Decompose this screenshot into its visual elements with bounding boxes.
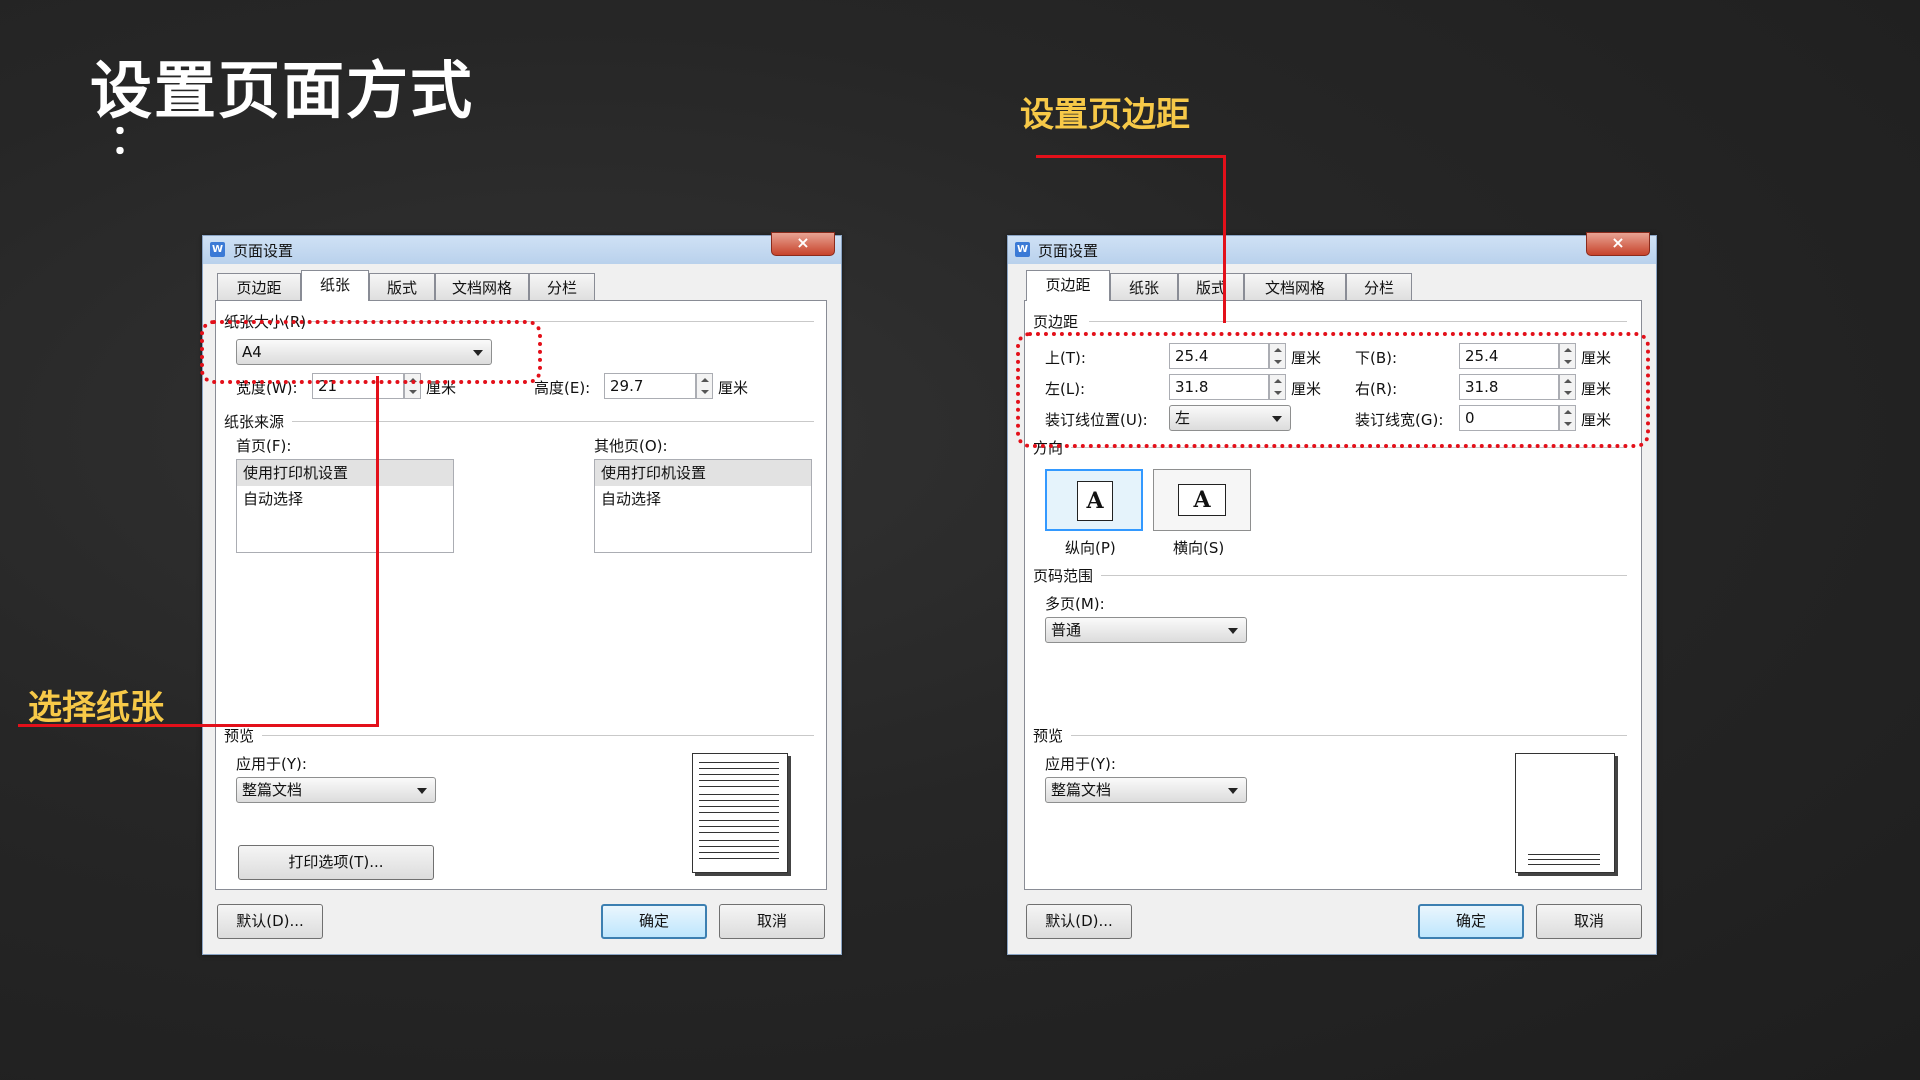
page-preview xyxy=(692,753,788,873)
preview-line xyxy=(1528,859,1600,860)
list-item[interactable]: 使用打印机设置 xyxy=(237,460,453,486)
preview-line xyxy=(699,840,779,841)
divider xyxy=(262,735,814,736)
preview-line xyxy=(699,780,779,781)
margins-group-label: 页边距 xyxy=(1033,311,1083,332)
preview-line xyxy=(699,786,779,787)
close-button[interactable]: × xyxy=(1586,232,1650,256)
tab-layout[interactable]: 版式 xyxy=(369,273,435,301)
tab-columns[interactable]: 分栏 xyxy=(529,273,595,301)
apply-to-label: 应用于(Y): xyxy=(1045,755,1116,773)
tab-doc-grid[interactable]: 文档网格 xyxy=(435,273,529,301)
apply-to-select[interactable]: 整篇文档 xyxy=(1045,777,1247,803)
first-page-tray-list[interactable]: 使用打印机设置 自动选择 xyxy=(236,459,454,553)
preview-line xyxy=(699,820,779,821)
ok-button[interactable]: 确定 xyxy=(1418,904,1524,939)
landscape-label: 横向(S) xyxy=(1173,539,1225,557)
wps-app-icon: W xyxy=(1015,242,1030,257)
annotation-line xyxy=(18,724,379,727)
highlight-margins xyxy=(1016,332,1650,448)
title-bar: W 页面设置 × xyxy=(1008,232,1656,264)
dialog-title: 页面设置 xyxy=(1038,242,1099,260)
landscape-page-icon: A xyxy=(1178,484,1226,516)
tab-paper[interactable]: 纸张 xyxy=(301,270,369,301)
close-button[interactable]: × xyxy=(771,232,835,256)
wps-app-icon: W xyxy=(210,242,225,257)
cancel-button[interactable]: 取消 xyxy=(1536,904,1642,939)
apply-to-select[interactable]: 整篇文档 xyxy=(236,777,436,803)
preview-line xyxy=(1528,854,1600,855)
preview-line xyxy=(699,794,779,795)
default-button[interactable]: 默认(D)... xyxy=(217,904,323,939)
page-range-label: 页码范围 xyxy=(1033,565,1098,586)
tab-columns[interactable]: 分栏 xyxy=(1346,273,1412,301)
paper-source-label: 纸张来源 xyxy=(224,411,289,432)
portrait-button[interactable]: A xyxy=(1045,469,1143,531)
preview-line xyxy=(699,806,779,807)
other-pages-tray-list[interactable]: 使用打印机设置 自动选择 xyxy=(594,459,812,553)
chevron-down-icon xyxy=(1228,628,1238,634)
preview-line xyxy=(699,832,779,833)
print-options-button[interactable]: 打印选项(T)... xyxy=(238,845,434,880)
chevron-down-icon xyxy=(1228,788,1238,794)
other-pages-label: 其他页(O): xyxy=(594,437,668,455)
tab-margins[interactable]: 页边距 xyxy=(217,273,301,301)
preview-line xyxy=(699,774,779,775)
tab-margins[interactable]: 页边距 xyxy=(1026,270,1110,301)
ok-button[interactable]: 确定 xyxy=(601,904,707,939)
preview-line xyxy=(699,846,779,847)
preview-line xyxy=(699,858,779,859)
annotation-line xyxy=(1036,155,1226,158)
height-spinner[interactable] xyxy=(696,373,713,399)
preview-line xyxy=(699,800,779,801)
multiple-pages-value: 普通 xyxy=(1051,621,1082,639)
cancel-button[interactable]: 取消 xyxy=(719,904,825,939)
annotation-line xyxy=(376,376,379,726)
divider xyxy=(1071,735,1627,736)
tab-layout[interactable]: 版式 xyxy=(1178,273,1244,301)
divider xyxy=(1089,321,1627,322)
multiple-pages-select[interactable]: 普通 xyxy=(1045,617,1247,643)
multiple-pages-label: 多页(M): xyxy=(1045,595,1105,613)
title-colon: ： xyxy=(110,117,150,163)
preview-line xyxy=(699,768,779,769)
list-item[interactable]: 使用打印机设置 xyxy=(595,460,811,486)
highlight-paper-size xyxy=(200,320,542,384)
apply-to-value: 整篇文档 xyxy=(1051,781,1112,799)
apply-to-label: 应用于(Y): xyxy=(236,755,307,773)
page-preview xyxy=(1515,753,1615,873)
preview-label: 预览 xyxy=(224,725,259,746)
tab-paper[interactable]: 纸张 xyxy=(1110,273,1178,301)
callout-select-paper: 选择纸张 xyxy=(28,688,164,728)
tab-panel-paper: 纸张大小(R) A4 宽度(W): 21 厘米 高度(E): 29.7 厘米 纸… xyxy=(215,300,827,890)
default-button[interactable]: 默认(D)... xyxy=(1026,904,1132,939)
preview-line xyxy=(699,762,779,763)
callout-set-margins: 设置页边距 xyxy=(1020,95,1190,135)
apply-to-value: 整篇文档 xyxy=(242,781,303,799)
preview-line xyxy=(699,826,779,827)
annotation-line xyxy=(1223,155,1226,323)
divider xyxy=(292,421,814,422)
divider xyxy=(1101,575,1627,576)
height-input[interactable]: 29.7 xyxy=(604,373,696,399)
portrait-page-icon: A xyxy=(1077,481,1113,521)
list-item[interactable]: 自动选择 xyxy=(595,486,811,512)
portrait-label: 纵向(P) xyxy=(1065,539,1116,557)
preview-line xyxy=(699,852,779,853)
preview-line xyxy=(1528,864,1600,865)
first-page-label: 首页(F): xyxy=(236,437,292,455)
dialog-title: 页面设置 xyxy=(233,242,294,260)
preview-line xyxy=(699,812,779,813)
chevron-down-icon xyxy=(417,788,427,794)
height-unit-select[interactable]: 厘米 xyxy=(718,377,748,398)
landscape-button[interactable]: A xyxy=(1153,469,1251,531)
list-item[interactable]: 自动选择 xyxy=(237,486,453,512)
height-label: 高度(E): xyxy=(534,379,591,397)
title-bar: W 页面设置 × xyxy=(203,232,841,264)
preview-label: 预览 xyxy=(1033,725,1068,746)
tab-doc-grid[interactable]: 文档网格 xyxy=(1244,273,1346,301)
